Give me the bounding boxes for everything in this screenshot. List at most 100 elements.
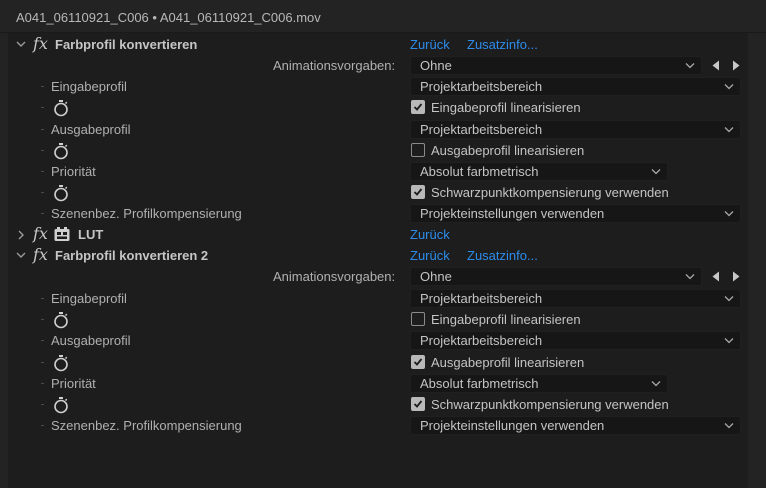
stopwatch-icon[interactable] bbox=[53, 184, 69, 202]
fx-icon[interactable]: fx bbox=[33, 35, 48, 53]
effect-header-farbprofil-1[interactable]: fx Farbprofil konvertieren Zurück Zusatz… bbox=[8, 34, 748, 55]
dropdown-value: Projektarbeitsbereich bbox=[420, 291, 543, 306]
reset-link[interactable]: Zurück bbox=[410, 224, 450, 245]
scene-comp-dropdown[interactable]: Projekteinstellungen verwenden bbox=[410, 204, 741, 223]
linearize-output-row: Ausgabeprofil linearisieren bbox=[8, 140, 748, 161]
priority-label: Priorität bbox=[51, 376, 96, 391]
tree-dot bbox=[41, 362, 44, 363]
chevron-right-icon[interactable] bbox=[17, 224, 29, 245]
input-profile-dropdown[interactable]: Projektarbeitsbereich bbox=[410, 289, 741, 308]
linearize-output-row: Ausgabeprofil linearisieren bbox=[8, 352, 748, 373]
black-point-checkbox[interactable] bbox=[411, 397, 425, 411]
chevron-down-icon bbox=[685, 63, 695, 69]
tree-dot bbox=[41, 340, 44, 341]
dropdown-value: Projekteinstellungen verwenden bbox=[420, 206, 605, 221]
output-profile-dropdown[interactable]: Projektarbeitsbereich bbox=[410, 331, 741, 350]
animation-presets-dropdown[interactable]: Ohne bbox=[410, 267, 702, 286]
stopwatch-icon[interactable] bbox=[53, 396, 69, 414]
lut-badge-icon bbox=[54, 227, 70, 241]
dropdown-value: Projektarbeitsbereich bbox=[420, 122, 543, 137]
scene-comp-row: Szenenbez. Profilkompensierung Projektei… bbox=[8, 415, 748, 436]
output-profile-label: Ausgabeprofil bbox=[51, 122, 131, 137]
linearize-input-label: Eingabeprofil linearisieren bbox=[431, 312, 581, 327]
effect-name: Farbprofil konvertieren bbox=[55, 37, 198, 52]
checkmark-icon bbox=[413, 358, 423, 366]
stopwatch-icon[interactable] bbox=[53, 311, 69, 329]
linearize-input-row: Eingabeprofil linearisieren bbox=[8, 97, 748, 118]
dropdown-value: Projekteinstellungen verwenden bbox=[420, 418, 605, 433]
prev-preset-arrow-icon[interactable] bbox=[710, 59, 722, 72]
black-point-label: Schwarzpunktkompensierung verwenden bbox=[431, 185, 669, 200]
chevron-down-icon[interactable] bbox=[16, 34, 28, 55]
checkmark-icon bbox=[413, 103, 423, 111]
dropdown-value: Ohne bbox=[420, 58, 452, 73]
checkmark-icon bbox=[413, 188, 423, 196]
input-profile-label: Eingabeprofil bbox=[51, 291, 127, 306]
black-point-row: Schwarzpunktkompensierung verwenden bbox=[8, 394, 748, 415]
tree-dot bbox=[41, 86, 44, 87]
prev-preset-arrow-icon[interactable] bbox=[710, 270, 722, 283]
fx-icon[interactable]: fx bbox=[33, 246, 48, 264]
tree-dot bbox=[41, 107, 44, 108]
linearize-input-checkbox[interactable] bbox=[411, 100, 425, 114]
black-point-checkbox[interactable] bbox=[411, 185, 425, 199]
chevron-down-icon bbox=[724, 211, 734, 217]
chevron-down-icon bbox=[724, 84, 734, 90]
tree-dot bbox=[41, 129, 44, 130]
effect-name: LUT bbox=[78, 227, 104, 242]
info-link[interactable]: Zusatzinfo... bbox=[467, 245, 538, 266]
next-preset-arrow-icon[interactable] bbox=[730, 59, 742, 72]
scene-comp-dropdown[interactable]: Projekteinstellungen verwenden bbox=[410, 416, 741, 435]
dropdown-value: Projektarbeitsbereich bbox=[420, 79, 543, 94]
chevron-down-icon bbox=[651, 381, 661, 387]
stopwatch-icon[interactable] bbox=[53, 99, 69, 117]
dropdown-value: Projektarbeitsbereich bbox=[420, 333, 543, 348]
stopwatch-icon[interactable] bbox=[53, 354, 69, 372]
priority-row: Priorität Absolut farbmetrisch bbox=[8, 373, 748, 394]
tree-dot bbox=[41, 213, 44, 214]
tree-dot bbox=[41, 298, 44, 299]
reset-link[interactable]: Zurück bbox=[410, 245, 450, 266]
animation-presets-row: Animationsvorgaben: Ohne bbox=[8, 266, 748, 287]
linearize-output-checkbox[interactable] bbox=[411, 143, 425, 157]
priority-dropdown[interactable]: Absolut farbmetrisch bbox=[410, 162, 668, 181]
panel-header: A041_06110921_C006 • A041_06110921_C006.… bbox=[0, 0, 766, 33]
animation-presets-label: Animationsvorgaben: bbox=[273, 58, 396, 73]
linearize-input-label: Eingabeprofil linearisieren bbox=[431, 100, 581, 115]
tree-dot bbox=[41, 319, 44, 320]
scene-comp-row: Szenenbez. Profilkompensierung Projektei… bbox=[8, 203, 748, 224]
info-link[interactable]: Zusatzinfo... bbox=[467, 34, 538, 55]
linearize-input-checkbox[interactable] bbox=[411, 312, 425, 326]
effect-header-lut[interactable]: fx LUT Zurück bbox=[8, 224, 748, 245]
stopwatch-icon[interactable] bbox=[53, 142, 69, 160]
scrollbar-track[interactable] bbox=[748, 33, 766, 488]
checkmark-icon bbox=[413, 400, 423, 408]
effect-name: Farbprofil konvertieren 2 bbox=[55, 248, 209, 263]
priority-label: Priorität bbox=[51, 164, 96, 179]
fx-icon[interactable]: fx bbox=[33, 225, 48, 243]
next-preset-arrow-icon[interactable] bbox=[730, 270, 742, 283]
chevron-down-icon bbox=[651, 169, 661, 175]
effect-header-farbprofil-2[interactable]: fx Farbprofil konvertieren 2 Zurück Zusa… bbox=[8, 245, 748, 266]
priority-dropdown[interactable]: Absolut farbmetrisch bbox=[410, 374, 668, 393]
tree-dot bbox=[41, 404, 44, 405]
output-profile-row: Ausgabeprofil Projektarbeitsbereich bbox=[8, 119, 748, 140]
reset-link[interactable]: Zurück bbox=[410, 34, 450, 55]
linearize-output-label: Ausgabeprofil linearisieren bbox=[431, 355, 585, 370]
animation-presets-dropdown[interactable]: Ohne bbox=[410, 56, 702, 75]
scene-comp-label: Szenenbez. Profilkompensierung bbox=[51, 418, 242, 433]
priority-row: Priorität Absolut farbmetrisch bbox=[8, 161, 748, 182]
chevron-down-icon bbox=[724, 127, 734, 133]
chevron-down-icon[interactable] bbox=[16, 245, 28, 266]
chevron-down-icon bbox=[724, 296, 734, 302]
input-profile-row: Eingabeprofil Projektarbeitsbereich bbox=[8, 76, 748, 97]
tree-dot bbox=[41, 383, 44, 384]
output-profile-dropdown[interactable]: Projektarbeitsbereich bbox=[410, 120, 741, 139]
effect-controls-panel: fx Farbprofil konvertieren Zurück Zusatz… bbox=[8, 33, 748, 488]
input-profile-dropdown[interactable]: Projektarbeitsbereich bbox=[410, 77, 741, 96]
animation-presets-row: Animationsvorgaben: Ohne bbox=[8, 55, 748, 76]
tree-dot bbox=[41, 171, 44, 172]
linearize-output-checkbox[interactable] bbox=[411, 355, 425, 369]
black-point-label: Schwarzpunktkompensierung verwenden bbox=[431, 397, 669, 412]
linearize-output-label: Ausgabeprofil linearisieren bbox=[431, 143, 585, 158]
